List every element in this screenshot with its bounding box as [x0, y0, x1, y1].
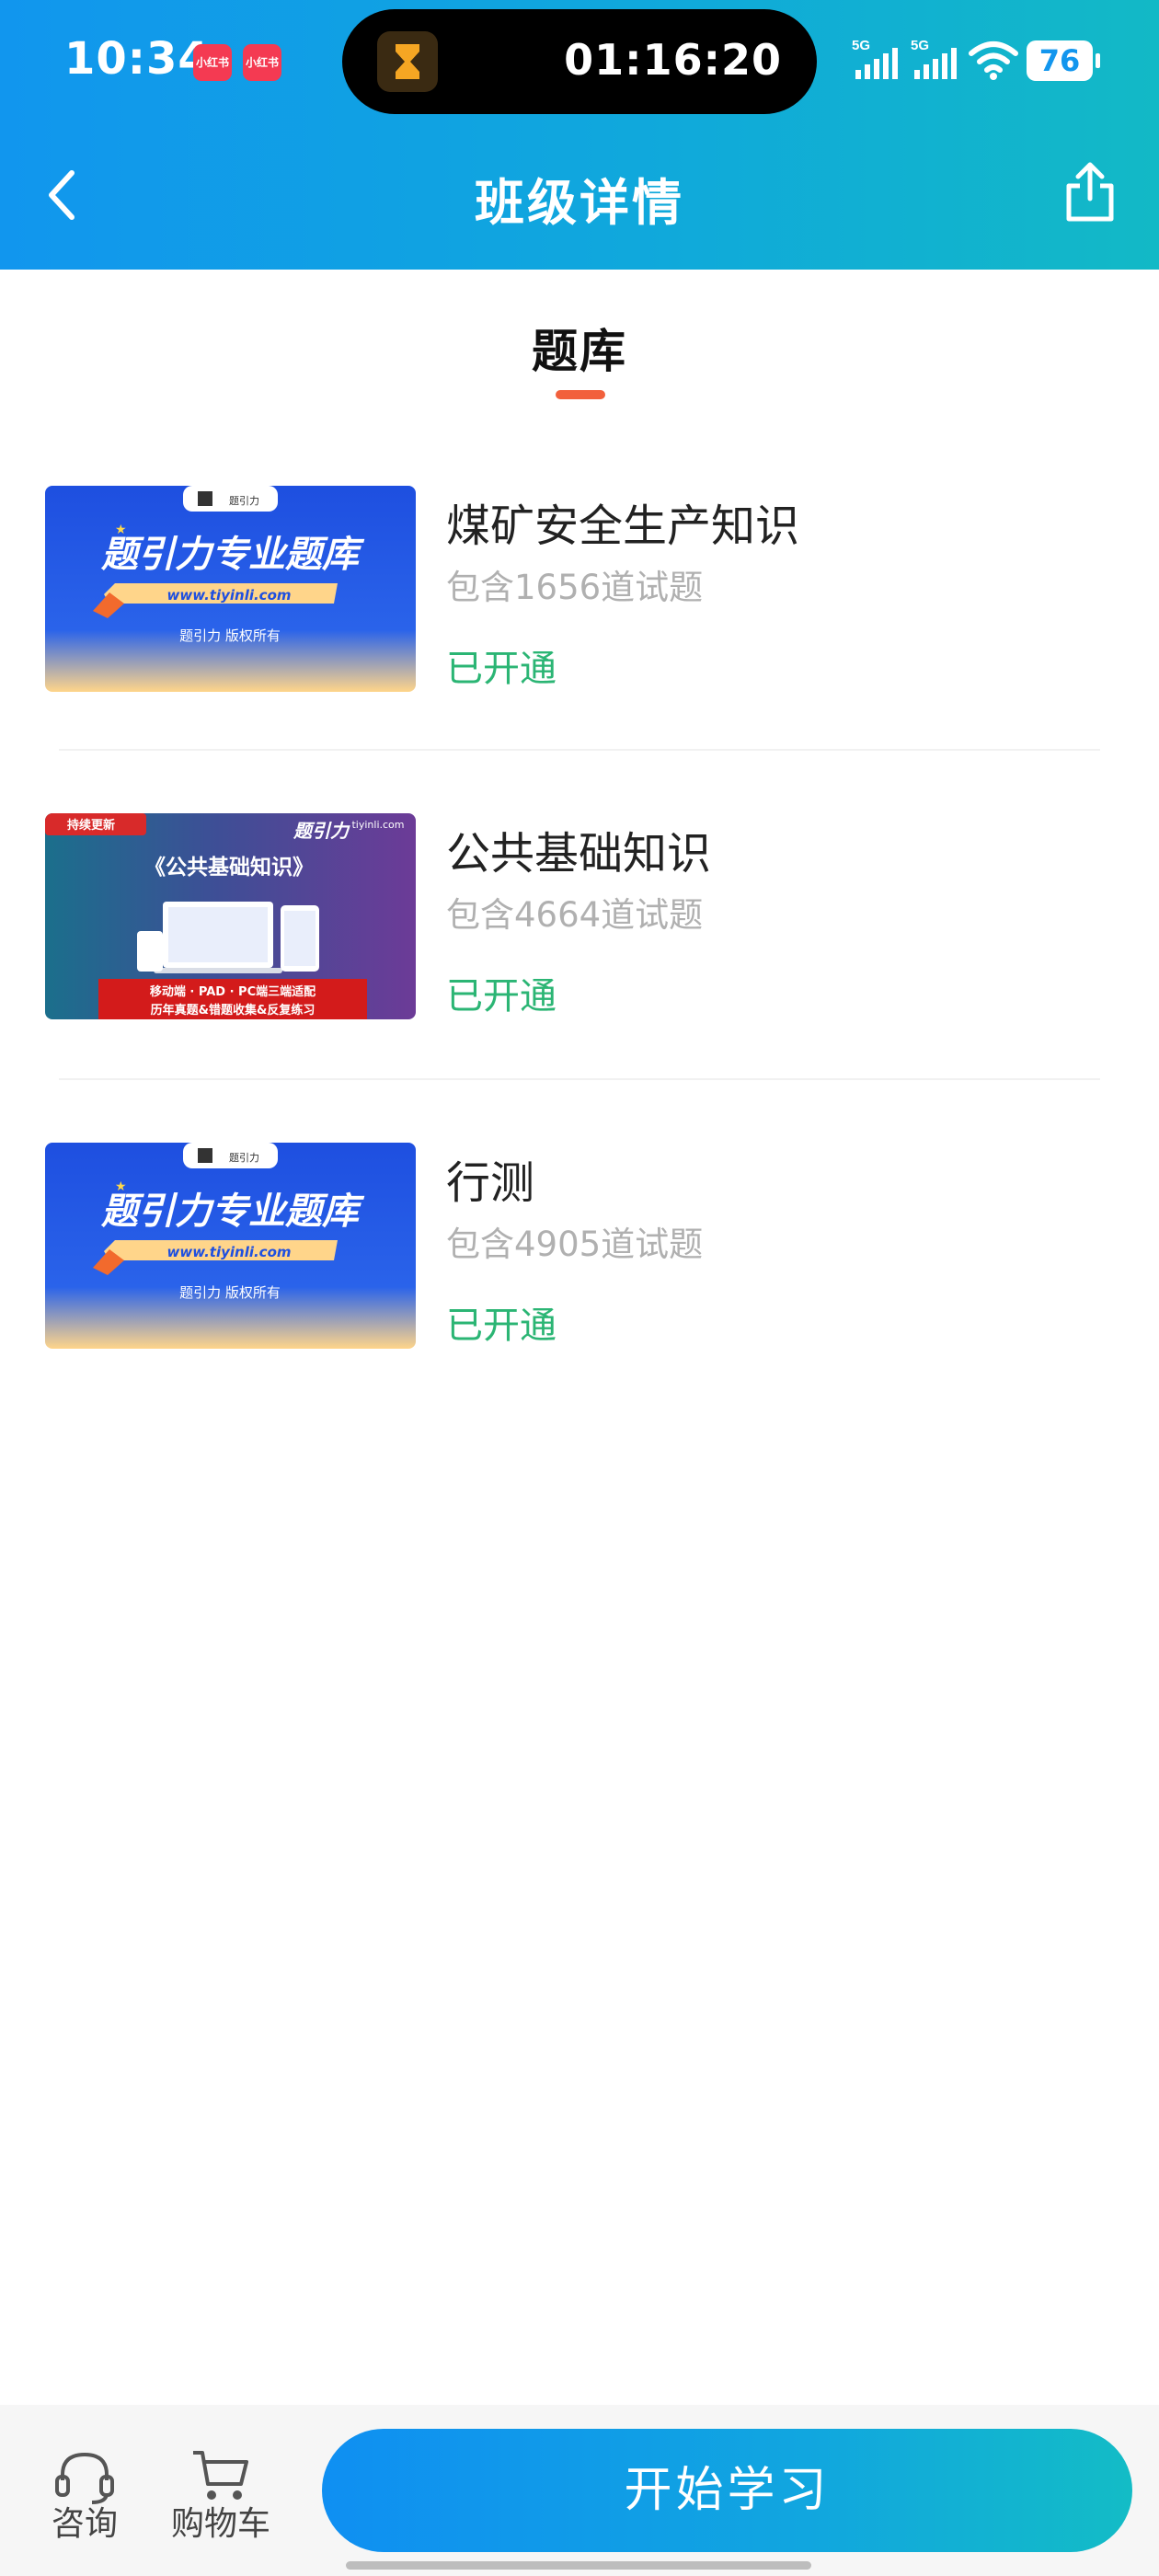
list-item[interactable]: 持续更新 题引力 tiyinli.com 《公共基础知识》 移动端 · PAD …	[0, 813, 1159, 1025]
question-count: 包含4905道试题	[446, 1225, 704, 1264]
svg-text:题引力专业题库: 题引力专业题库	[100, 1190, 365, 1233]
consult-label[interactable]: 咨询	[37, 2497, 132, 2545]
svg-text:持续更新: 持续更新	[67, 818, 115, 833]
bank-title: 行测	[446, 1157, 535, 1209]
status-badge: 已开通	[446, 648, 557, 690]
cart-button[interactable]	[184, 2445, 258, 2504]
question-count: 包含1656道试题	[446, 568, 704, 607]
svg-text:历年真题&错题收集&反复练习: 历年真题&错题收集&反复练习	[151, 1003, 316, 1018]
start-learning-button[interactable]: 开始学习	[322, 2429, 1132, 2552]
timer-text: 01:16:20	[564, 35, 782, 85]
svg-text:www.tiyinli.com: www.tiyinli.com	[166, 1244, 291, 1260]
svg-text:题引力: 题引力	[229, 1151, 259, 1164]
svg-text:题引力 版权所有: 题引力 版权所有	[179, 1284, 281, 1301]
svg-text:题引力 版权所有: 题引力 版权所有	[179, 627, 281, 644]
tab-underline	[556, 390, 605, 399]
divider	[59, 749, 1100, 751]
status-badge: 已开通	[446, 975, 557, 1018]
svg-text:题引力专业题库: 题引力专业题库	[100, 534, 365, 576]
hourglass-icon	[377, 31, 438, 92]
bank-title: 煤矿安全生产知识	[446, 500, 800, 552]
share-button[interactable]	[1058, 156, 1122, 230]
list-item[interactable]: 题引力 ★ 题引力专业题库 www.tiyinli.com 题引力 版权所有 行…	[0, 1143, 1159, 1354]
course-thumbnail: 题引力 ★ 题引力专业题库 www.tiyinli.com 题引力 版权所有	[45, 486, 416, 692]
app-badge-icon: 小红书	[193, 44, 232, 81]
wifi-icon	[968, 37, 1019, 83]
svg-text:题引力: 题引力	[293, 820, 350, 842]
course-thumbnail: 题引力 ★ 题引力专业题库 www.tiyinli.com 题引力 版权所有	[45, 1143, 416, 1349]
cart-icon	[193, 2451, 248, 2500]
svg-text:《公共基础知识》: 《公共基础知识》	[144, 855, 314, 880]
signal-icon: 5G	[852, 37, 901, 83]
battery-icon: 76	[1027, 40, 1100, 81]
svg-text:www.tiyinli.com: www.tiyinli.com	[166, 587, 291, 604]
svg-text:5G: 5G	[911, 38, 929, 53]
svg-text:移动端 · PAD · PC端三端适配: 移动端 · PAD · PC端三端适配	[150, 984, 316, 999]
tab-question-bank[interactable]: 题库	[0, 315, 1159, 381]
divider	[59, 1078, 1100, 1080]
page-title: 班级详情	[475, 174, 684, 232]
course-thumbnail: 持续更新 题引力 tiyinli.com 《公共基础知识》 移动端 · PAD …	[45, 813, 416, 1019]
dynamic-island[interactable]: 01:16:20	[342, 9, 817, 114]
svg-text:5G: 5G	[852, 38, 870, 53]
share-icon	[1066, 162, 1114, 222]
status-time: 10:34	[64, 33, 210, 85]
bank-title: 公共基础知识	[446, 828, 712, 880]
app-badge-icon: 小红书	[243, 44, 281, 81]
question-count: 包含4664道试题	[446, 895, 704, 935]
svg-text:题引力: 题引力	[229, 494, 259, 507]
home-indicator[interactable]	[346, 2561, 811, 2570]
list-item[interactable]: 题引力 ★ 题引力专业题库 www.tiyinli.com 题引力 版权所有 煤…	[0, 486, 1159, 697]
header: 10:34 小红书 小红书 01:16:20 5G 5G 76 班级详情	[0, 0, 1159, 270]
status-badge: 已开通	[446, 1305, 557, 1347]
cart-label[interactable]: 购物车	[164, 2497, 278, 2545]
signal-icon: 5G	[911, 37, 960, 83]
svg-text:tiyinli.com: tiyinli.com	[351, 819, 404, 831]
